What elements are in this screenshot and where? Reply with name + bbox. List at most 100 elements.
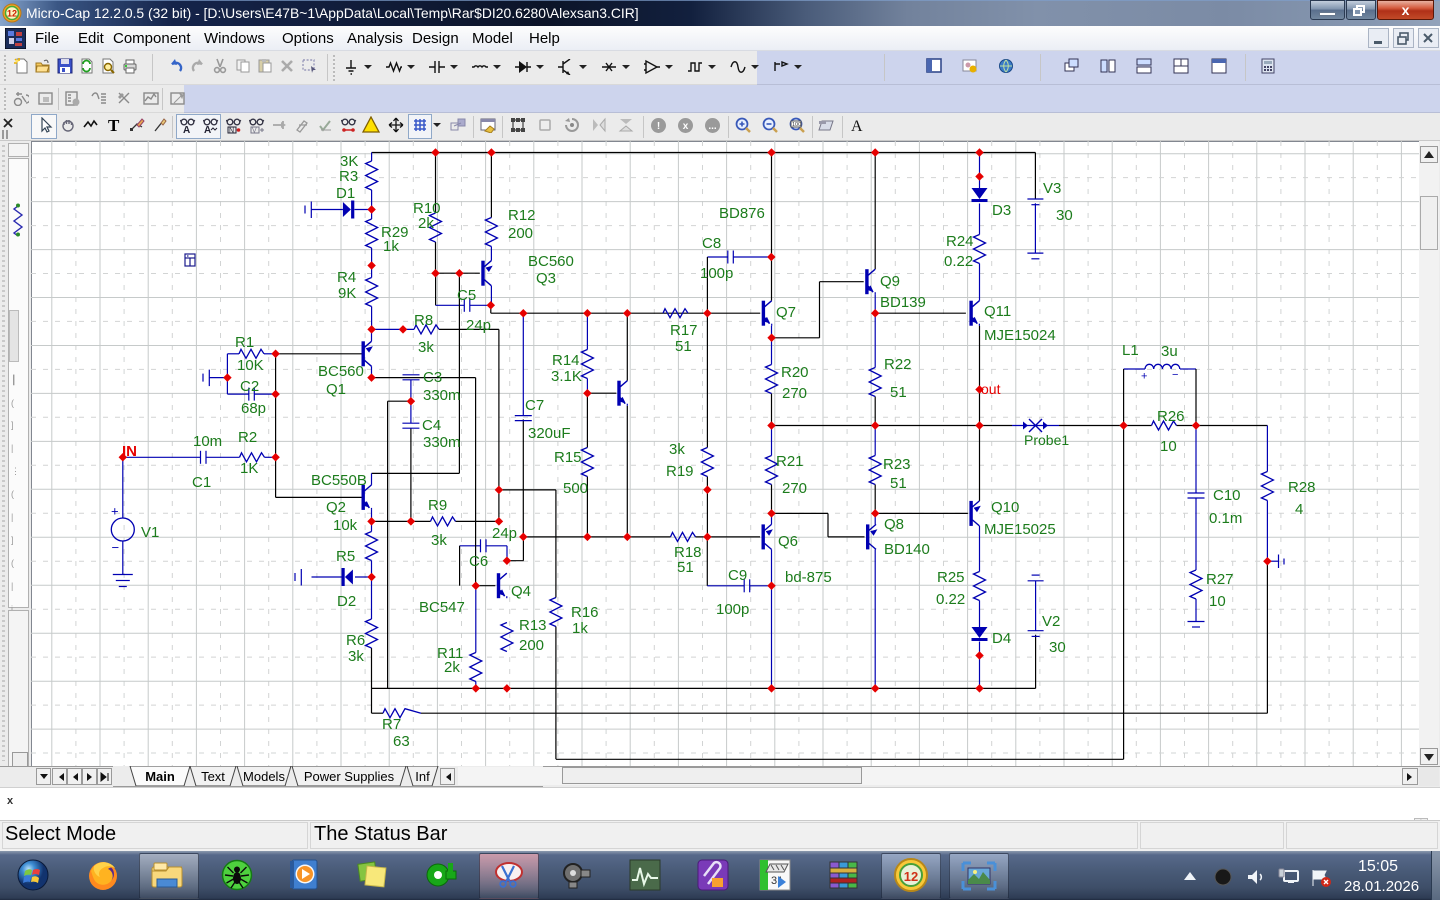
svg-text:C6: C6 bbox=[469, 553, 488, 570]
svg-text:BC547: BC547 bbox=[419, 599, 465, 616]
svg-text:−: − bbox=[112, 540, 120, 555]
svg-text:Q11: Q11 bbox=[984, 303, 1011, 320]
svg-text:MJE15024: MJE15024 bbox=[984, 327, 1056, 344]
svg-text:Q2: Q2 bbox=[326, 499, 346, 516]
svg-text:...: ... bbox=[708, 121, 717, 132]
svg-text:N: N bbox=[229, 128, 234, 135]
svg-text:200: 200 bbox=[519, 637, 544, 654]
svg-text:Q7: Q7 bbox=[776, 304, 796, 321]
svg-text:0.22: 0.22 bbox=[936, 591, 965, 608]
svg-text:C2: C2 bbox=[240, 378, 259, 395]
svg-text:A: A bbox=[204, 125, 211, 134]
svg-text:D1: D1 bbox=[336, 185, 355, 202]
svg-text:D4: D4 bbox=[992, 630, 1011, 647]
svg-text:R19: R19 bbox=[666, 463, 694, 480]
svg-text:T: T bbox=[108, 117, 120, 133]
svg-text:V1: V1 bbox=[141, 524, 159, 541]
svg-text:Q6: Q6 bbox=[778, 533, 798, 550]
svg-text:10m: 10m bbox=[193, 433, 222, 450]
svg-text:R1: R1 bbox=[235, 334, 254, 351]
svg-text:24p: 24p bbox=[492, 525, 517, 542]
svg-text:BC550B: BC550B bbox=[311, 472, 367, 489]
svg-text:R16: R16 bbox=[571, 604, 599, 621]
svg-text:10k: 10k bbox=[333, 517, 358, 534]
svg-text:C10: C10 bbox=[1213, 487, 1241, 504]
svg-text:BD876: BD876 bbox=[719, 205, 765, 222]
svg-text:A: A bbox=[183, 125, 190, 134]
svg-text:R23: R23 bbox=[883, 456, 911, 473]
svg-text:1K: 1K bbox=[240, 460, 258, 477]
svg-text:51: 51 bbox=[677, 559, 694, 576]
svg-text:V2: V2 bbox=[1042, 613, 1060, 630]
svg-text:R5: R5 bbox=[336, 548, 355, 565]
svg-text:R4: R4 bbox=[337, 269, 356, 286]
svg-text:30: 30 bbox=[1056, 207, 1073, 224]
svg-text:R28: R28 bbox=[1288, 479, 1316, 496]
svg-text:R24: R24 bbox=[946, 233, 974, 250]
svg-text:0.22: 0.22 bbox=[944, 253, 973, 270]
svg-text:200: 200 bbox=[508, 225, 533, 242]
svg-text:R27: R27 bbox=[1206, 571, 1234, 588]
svg-text:R12: R12 bbox=[508, 207, 536, 224]
svg-text:C4: C4 bbox=[422, 417, 441, 434]
svg-text:+: + bbox=[1141, 371, 1147, 383]
svg-text:320uF: 320uF bbox=[528, 425, 571, 442]
svg-text:Power Supplies: Power Supplies bbox=[304, 769, 395, 784]
svg-text:BC560: BC560 bbox=[528, 253, 574, 270]
svg-text:3k: 3k bbox=[431, 532, 447, 549]
svg-text:C9: C9 bbox=[728, 567, 747, 584]
svg-text:Main: Main bbox=[145, 769, 175, 784]
svg-text:R21: R21 bbox=[776, 453, 804, 470]
svg-text:C5: C5 bbox=[457, 287, 476, 304]
svg-text:63: 63 bbox=[393, 733, 410, 750]
svg-text:out: out bbox=[981, 381, 1001, 397]
svg-text:Inf: Inf bbox=[415, 769, 430, 784]
svg-text:−: − bbox=[1172, 369, 1178, 381]
svg-text:100: 100 bbox=[792, 122, 801, 128]
svg-text:1k: 1k bbox=[383, 238, 399, 255]
svg-text:R22: R22 bbox=[884, 356, 912, 373]
svg-text:Q8: Q8 bbox=[884, 516, 904, 533]
svg-text:330m: 330m bbox=[423, 434, 461, 451]
svg-text:10K: 10K bbox=[237, 357, 264, 374]
svg-text:12: 12 bbox=[904, 869, 918, 884]
svg-text:R3: R3 bbox=[339, 168, 358, 185]
svg-text:D2: D2 bbox=[337, 593, 356, 610]
svg-text:270: 270 bbox=[782, 385, 807, 402]
svg-text:IN: IN bbox=[122, 443, 137, 460]
svg-text:Q9: Q9 bbox=[880, 273, 900, 290]
svg-text:Text: Text bbox=[201, 769, 225, 784]
svg-text:BD139: BD139 bbox=[880, 294, 926, 311]
svg-text:V3: V3 bbox=[1043, 180, 1061, 197]
svg-text:!: ! bbox=[657, 121, 660, 132]
svg-text:30: 30 bbox=[1049, 639, 1066, 656]
svg-text:Q10: Q10 bbox=[991, 499, 1019, 516]
svg-text:3u: 3u bbox=[1161, 343, 1178, 360]
svg-text:A: A bbox=[851, 118, 863, 133]
svg-text:R14: R14 bbox=[552, 352, 580, 369]
svg-text:R25: R25 bbox=[937, 569, 965, 586]
svg-text:51: 51 bbox=[890, 475, 907, 492]
svg-text:+: + bbox=[111, 504, 119, 519]
svg-text:R7: R7 bbox=[382, 716, 401, 733]
svg-text:10: 10 bbox=[1209, 593, 1226, 610]
svg-text:9K: 9K bbox=[338, 285, 356, 302]
svg-text:68p: 68p bbox=[241, 400, 266, 417]
svg-text:3k: 3k bbox=[348, 648, 364, 665]
svg-text:R15: R15 bbox=[554, 449, 582, 466]
svg-text:R2: R2 bbox=[238, 429, 257, 446]
svg-text:51: 51 bbox=[675, 338, 692, 355]
svg-text:BD140: BD140 bbox=[884, 541, 930, 558]
svg-text:0.1m: 0.1m bbox=[1209, 510, 1242, 527]
svg-text:R20: R20 bbox=[781, 364, 809, 381]
svg-text:R9: R9 bbox=[428, 497, 447, 514]
svg-text:500: 500 bbox=[563, 480, 588, 497]
svg-text:MJE15025: MJE15025 bbox=[984, 521, 1056, 538]
svg-text:R26: R26 bbox=[1157, 408, 1185, 425]
svg-text:1k: 1k bbox=[572, 620, 588, 637]
svg-text:R17: R17 bbox=[670, 322, 698, 339]
svg-text:3k: 3k bbox=[669, 441, 685, 458]
svg-text:x: x bbox=[683, 121, 689, 132]
svg-text:R6: R6 bbox=[346, 632, 365, 649]
svg-text:330m: 330m bbox=[423, 387, 461, 404]
